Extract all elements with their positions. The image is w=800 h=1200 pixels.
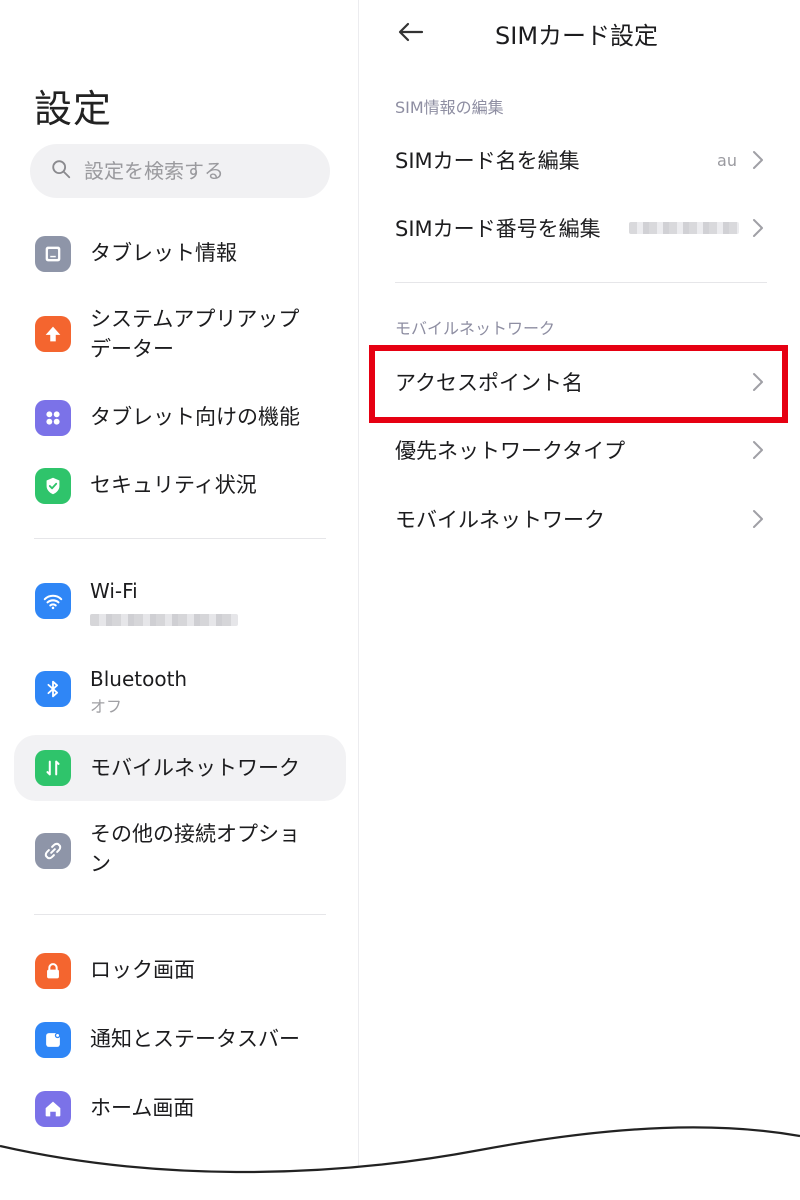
sim-card-settings-pane: SIMカード設定 SIM情報の編集 SIMカード名を編集 au SIMカード番号… — [359, 0, 800, 1200]
sidebar-item-tablet-features[interactable]: タブレット向けの機能 — [14, 390, 346, 446]
chevron-right-icon — [753, 219, 763, 237]
sim-number-redacted — [629, 222, 739, 234]
search-icon — [50, 158, 72, 184]
row-label: モバイルネットワーク — [395, 508, 605, 532]
section-divider — [34, 914, 326, 915]
row-label: SIMカード名を編集 — [395, 149, 580, 173]
section-divider — [395, 282, 767, 283]
sidebar-item-label: Bluetooth — [90, 667, 188, 691]
row-preferred-network-type[interactable]: 優先ネットワークタイプ — [395, 428, 765, 472]
search-input[interactable] — [84, 159, 304, 183]
sidebar-item-label: セキュリティ状況 — [90, 473, 257, 497]
grid-dots-icon — [35, 400, 71, 436]
sim-name-value: au — [717, 150, 737, 170]
sidebar-item-label: その他の接続オプション — [90, 822, 300, 876]
sidebar-item-bluetooth[interactable]: Bluetooth オフ — [14, 656, 346, 722]
page-title: 設定 — [34, 87, 113, 131]
torn-edge-wave — [0, 1126, 800, 1200]
bluetooth-status: オフ — [90, 697, 123, 716]
row-mobile-network[interactable]: モバイルネットワーク — [395, 497, 765, 541]
sidebar-item-label: システムアプリアップデーター — [90, 307, 300, 361]
sidebar-item-label: 通知とステータスバー — [90, 1027, 300, 1051]
bluetooth-icon — [35, 671, 71, 707]
row-edit-sim-name[interactable]: SIMカード名を編集 au — [395, 138, 765, 182]
sidebar-item-notifications[interactable]: 通知とステータスバー — [14, 1012, 346, 1068]
notification-icon — [35, 1022, 71, 1058]
sidebar-item-label: タブレット情報 — [90, 241, 237, 265]
back-arrow-icon[interactable] — [395, 16, 427, 48]
section-header-mobile-network: モバイルネットワーク — [395, 319, 556, 338]
sidebar-item-label: Wi-Fi — [90, 579, 138, 603]
sidebar-item-label: ロック画面 — [90, 958, 195, 982]
section-header-sim-info: SIM情報の編集 — [395, 98, 504, 117]
sidebar-item-wifi[interactable]: Wi-Fi — [14, 568, 346, 634]
sidebar-item-label: タブレット向けの機能 — [90, 405, 300, 429]
link-icon — [35, 833, 71, 869]
lock-icon — [35, 953, 71, 989]
arrow-up-icon — [35, 316, 71, 352]
sidebar-item-security-status[interactable]: セキュリティ状況 — [14, 458, 346, 514]
sidebar-item-label: モバイルネットワーク — [90, 756, 300, 780]
sidebar-item-mobile-network[interactable]: モバイルネットワーク — [14, 735, 346, 801]
wifi-icon — [35, 583, 71, 619]
page-title: SIMカード設定 — [495, 22, 659, 50]
settings-sidebar: 設定 タブレット情報 システムアプリアップデーター タブレット向けの機能 セキュ… — [0, 0, 358, 1200]
mobile-data-icon — [35, 750, 71, 786]
chevron-right-icon — [753, 510, 763, 528]
sidebar-item-tablet-info[interactable]: タブレット情報 — [14, 226, 346, 282]
sidebar-item-system-app-updater[interactable]: システムアプリアップデーター — [14, 302, 346, 368]
chevron-right-icon — [753, 441, 763, 459]
tablet-icon — [35, 236, 71, 272]
chevron-right-icon — [753, 151, 763, 169]
row-edit-sim-number[interactable]: SIMカード番号を編集 — [395, 206, 765, 250]
shield-check-icon — [35, 468, 71, 504]
search-bar[interactable] — [30, 144, 330, 198]
highlight-box-access-point-name — [369, 345, 788, 423]
sidebar-item-other-connections[interactable]: その他の接続オプション — [14, 817, 346, 883]
row-label: SIMカード番号を編集 — [395, 217, 601, 241]
row-label: 優先ネットワークタイプ — [395, 439, 626, 463]
wifi-ssid-redacted — [90, 614, 238, 626]
sidebar-item-lock-screen[interactable]: ロック画面 — [14, 943, 346, 999]
section-divider — [34, 538, 326, 539]
